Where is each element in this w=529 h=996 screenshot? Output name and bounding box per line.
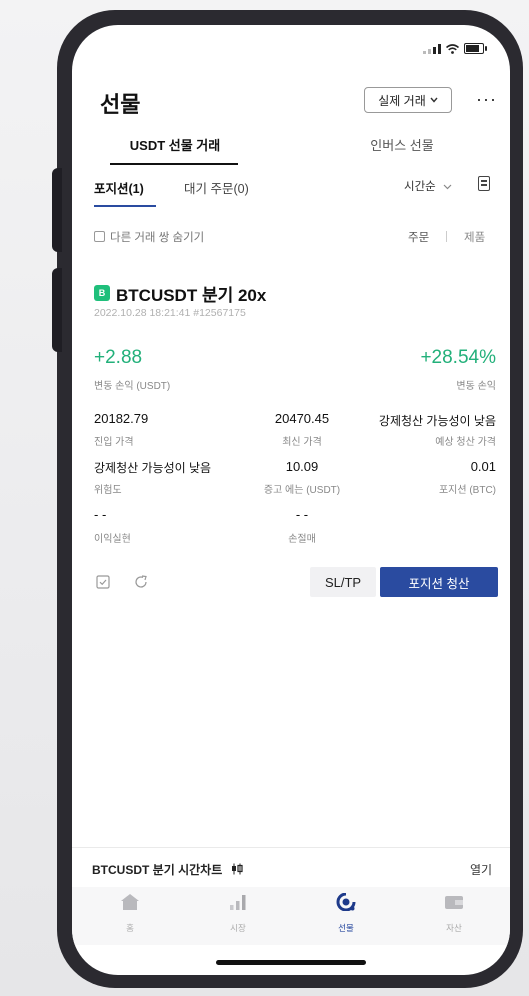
entry-price-label: 진입 가격	[94, 437, 134, 448]
sort-label: 시간순	[404, 181, 436, 193]
open-chart-button[interactable]: 열기	[470, 861, 492, 878]
tab-usdt-futures[interactable]: USDT 선물 거래	[100, 135, 250, 154]
wallet-icon	[445, 896, 463, 909]
direction-badge: B	[94, 285, 110, 301]
stop-loss-label: 손절매	[288, 534, 316, 545]
unrealized-pnl-label: 변동 손익 (USDT)	[94, 381, 171, 392]
futures-icon	[336, 892, 356, 912]
position-size-label: 포지션 (BTC)	[438, 485, 496, 496]
nav-home-label: 홈	[126, 923, 134, 933]
chevron-down-icon	[430, 97, 438, 103]
position-meta: 2022.10.28 18:21:41 #12567175	[94, 307, 246, 319]
nav-assets[interactable]: 자산	[424, 893, 484, 934]
subtab-pending-orders[interactable]: 대기 주문(0)	[184, 178, 249, 197]
margin-label: 증고 에는 (USDT)	[263, 485, 341, 496]
position-size: 0.01	[470, 459, 496, 474]
nav-market-label: 시장	[230, 923, 246, 933]
tab-active-indicator	[110, 163, 238, 165]
chart-label-text: BTCUSDT 분기 시간차트	[92, 863, 223, 877]
status-bar	[423, 43, 487, 54]
risk-level-label: 위험도	[94, 485, 122, 496]
phone-side-button	[52, 168, 62, 252]
signal-icon	[423, 43, 441, 54]
unrealized-roe-label: 변동 손익	[456, 381, 496, 392]
divider	[446, 231, 447, 242]
tab-inverse-futures[interactable]: 인버스 선물	[322, 135, 482, 154]
page-title: 선물	[100, 92, 141, 117]
nav-futures-label: 선물	[338, 923, 354, 933]
take-profit-label: 이익실현	[94, 534, 131, 545]
hide-other-pairs-checkbox[interactable]	[94, 231, 105, 242]
liquidation-price-label: 예상 청산 가격	[435, 437, 496, 448]
home-indicator	[216, 960, 366, 965]
more-menu-icon[interactable]: ···	[476, 89, 497, 110]
liquidation-price: 강제청산 가능성이 낮음	[378, 414, 496, 428]
home-icon	[121, 894, 139, 910]
trading-mode-select[interactable]: 실제 거래	[364, 87, 452, 113]
order-history-icon[interactable]	[478, 176, 490, 191]
filter-order[interactable]: 주문	[408, 229, 429, 245]
entry-price: 20182.79	[94, 411, 149, 426]
chevron-down-icon	[443, 184, 452, 190]
hide-other-pairs-label: 다른 거래 쌍 숨기기	[110, 232, 205, 244]
subtab-active-indicator	[94, 205, 156, 207]
nav-home[interactable]: 홈	[100, 893, 160, 934]
wifi-icon	[446, 43, 459, 54]
battery-icon	[464, 43, 487, 54]
sltp-button[interactable]: SL/TP	[310, 567, 376, 597]
nav-market[interactable]: 시장	[208, 893, 268, 934]
filter-product[interactable]: 제품	[464, 229, 485, 245]
market-icon	[230, 895, 246, 910]
stop-loss-value: - -	[295, 507, 309, 522]
chart-label[interactable]: BTCUSDT 분기 시간차트	[92, 861, 244, 878]
edit-icon[interactable]	[96, 575, 110, 589]
subtab-positions[interactable]: 포지션(1)	[94, 178, 144, 197]
close-position-button[interactable]: 포지션 청산	[380, 567, 498, 597]
last-price-label: 최신 가격	[282, 437, 322, 448]
phone-side-button	[52, 268, 62, 352]
risk-level: 강제청산 가능성이 낮음	[94, 461, 212, 475]
unrealized-pnl: +2.88	[94, 347, 143, 368]
nav-futures[interactable]: 선물	[316, 892, 376, 934]
sort-select[interactable]: 시간순	[404, 178, 452, 194]
take-profit-value: - -	[94, 507, 107, 522]
trading-mode-label: 실제 거래	[378, 93, 426, 108]
position-symbol: BTCUSDT 분기 20x	[116, 286, 267, 305]
candlestick-icon	[231, 863, 243, 875]
unrealized-roe: +28.54%	[420, 347, 496, 368]
margin-value: 10.09	[285, 459, 319, 474]
last-price: 20470.45	[274, 411, 330, 426]
share-icon[interactable]	[134, 575, 148, 589]
nav-assets-label: 자산	[446, 923, 462, 933]
app-screen: 선물 실제 거래 ··· USDT 선물 거래 인버스 선물 포지션(1) 대기…	[72, 25, 510, 975]
